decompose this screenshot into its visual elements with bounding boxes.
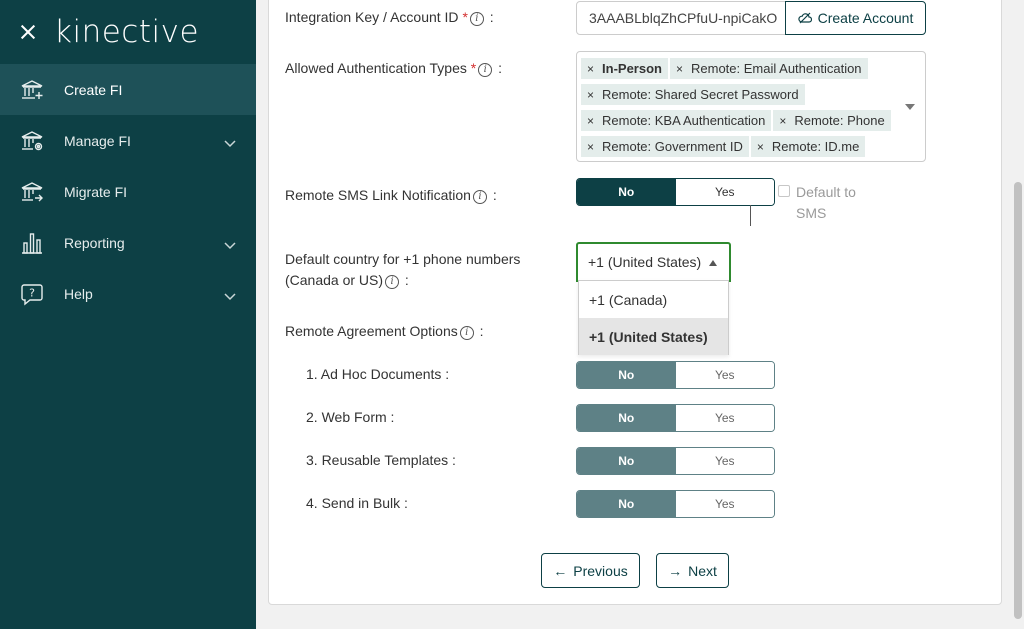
chevron-down-icon (224, 288, 236, 304)
bank-plus-icon (20, 78, 44, 102)
adhoc-label: 1. Ad Hoc Documents : (306, 366, 450, 382)
info-icon[interactable]: i (469, 12, 484, 26)
next-button[interactable]: → Next (656, 553, 729, 588)
info-icon[interactable]: i (478, 63, 493, 77)
chevron-up-icon (709, 260, 717, 266)
chip-phone: × Remote: Phone (773, 110, 891, 131)
templates-yes-option[interactable]: Yes (675, 448, 774, 474)
chevron-down-icon (224, 135, 236, 151)
chip-kba: × Remote: KBA Authentication (581, 110, 772, 131)
arrow-right-icon: → (668, 562, 683, 579)
sidebar-item-reporting[interactable]: Reporting (0, 217, 256, 268)
sidebar-item-label: Help (64, 285, 93, 302)
country-select[interactable]: +1 (United States) (576, 242, 731, 282)
bank-arrow-icon (20, 180, 44, 204)
chip-government-id: × Remote: Government ID (581, 136, 749, 157)
integration-key-label: Integration Key / Account ID * i : (285, 9, 494, 26)
previous-button[interactable]: ← Previous (541, 553, 640, 588)
info-icon[interactable]: i (385, 275, 400, 289)
sidebar: kinective Create FI Manage FI Migrate FI (0, 0, 256, 629)
close-icon[interactable] (18, 22, 38, 42)
svg-text:?: ? (29, 286, 35, 299)
auth-types-label: Allowed Authentication Types * i : (285, 60, 502, 77)
scrollbar-thumb[interactable] (1014, 182, 1022, 619)
sidebar-item-manage-fi[interactable]: Manage FI (0, 115, 256, 166)
sms-no-option[interactable]: No (577, 179, 676, 205)
info-icon[interactable]: i (472, 190, 487, 204)
templates-toggle: No Yes (576, 447, 775, 475)
templates-no-option[interactable]: No (577, 448, 676, 474)
country-label: Default country for +1 phone numbers (Ca… (285, 251, 521, 289)
country-option-us[interactable]: +1 (United States) (579, 318, 728, 355)
sidebar-item-help[interactable]: ? Help (0, 268, 256, 319)
remove-chip-icon[interactable]: × (581, 88, 600, 102)
remove-chip-icon[interactable]: × (581, 62, 600, 76)
sidebar-item-label: Manage FI (64, 132, 131, 149)
sidebar-item-label: Reporting (64, 234, 125, 251)
info-icon[interactable]: i (459, 326, 474, 340)
cloud-link-icon (797, 12, 812, 24)
sidebar-item-migrate-fi[interactable]: Migrate FI (0, 166, 256, 217)
bulk-label: 4. Send in Bulk : (306, 495, 408, 511)
bar-chart-icon (20, 231, 44, 255)
templates-label: 3. Reusable Templates : (306, 452, 456, 468)
agreement-label: Remote Agreement Options i : (285, 323, 484, 340)
sidebar-item-create-fi[interactable]: Create FI (0, 64, 256, 115)
required-mark: * (462, 9, 468, 25)
cursor-line (750, 205, 751, 226)
scrollbar[interactable] (1012, 0, 1024, 629)
arrow-left-icon: ← (553, 562, 568, 579)
remove-chip-icon[interactable]: × (670, 62, 689, 76)
sms-toggle: No Yes (576, 178, 775, 206)
chevron-down-icon (224, 237, 236, 253)
remove-chip-icon[interactable]: × (751, 140, 770, 154)
webform-no-option[interactable]: No (577, 405, 676, 431)
logo: kinective (54, 14, 200, 50)
remove-chip-icon[interactable]: × (773, 114, 792, 128)
sms-label: Remote SMS Link Notification i : (285, 187, 497, 204)
country-dropdown: +1 (Canada) +1 (United States) (578, 280, 729, 355)
bulk-toggle: No Yes (576, 490, 775, 518)
adhoc-yes-option[interactable]: Yes (675, 362, 774, 388)
help-bubble-icon: ? (20, 282, 44, 306)
adhoc-toggle: No Yes (576, 361, 775, 389)
default-sms-checkbox[interactable] (778, 185, 790, 197)
default-sms-label: Default to SMS (796, 184, 856, 221)
country-option-canada[interactable]: +1 (Canada) (579, 281, 728, 318)
chip-id-me: × Remote: ID.me (750, 136, 866, 157)
sms-yes-option[interactable]: Yes (675, 179, 774, 205)
bank-gear-icon (20, 129, 44, 153)
integration-key-input[interactable]: 3AAABLblqZhCPfuU-npiCakO (576, 1, 786, 35)
bulk-yes-option[interactable]: Yes (675, 491, 774, 517)
webform-yes-option[interactable]: Yes (675, 405, 774, 431)
chip-shared-secret: × Remote: Shared Secret Password (581, 84, 805, 105)
bulk-no-option[interactable]: No (577, 491, 676, 517)
sidebar-item-label: Create FI (64, 81, 123, 98)
sidebar-header: kinective (0, 0, 256, 64)
create-account-button[interactable]: Create Account (785, 1, 926, 35)
chip-email-auth: × Remote: Email Authentication (669, 58, 868, 79)
chip-in-person: × In-Person (581, 58, 668, 79)
adhoc-no-option[interactable]: No (577, 362, 676, 388)
auth-types-multiselect[interactable]: × In-Person × Remote: Email Authentication … (576, 51, 926, 162)
chevron-down-icon[interactable] (905, 104, 915, 110)
webform-toggle: No Yes (576, 404, 775, 432)
required-mark: * (470, 60, 477, 76)
remove-chip-icon[interactable]: × (581, 114, 600, 128)
sidebar-item-label: Migrate FI (64, 183, 128, 200)
webform-label: 2. Web Form : (306, 409, 395, 425)
remove-chip-icon[interactable]: × (581, 140, 600, 154)
